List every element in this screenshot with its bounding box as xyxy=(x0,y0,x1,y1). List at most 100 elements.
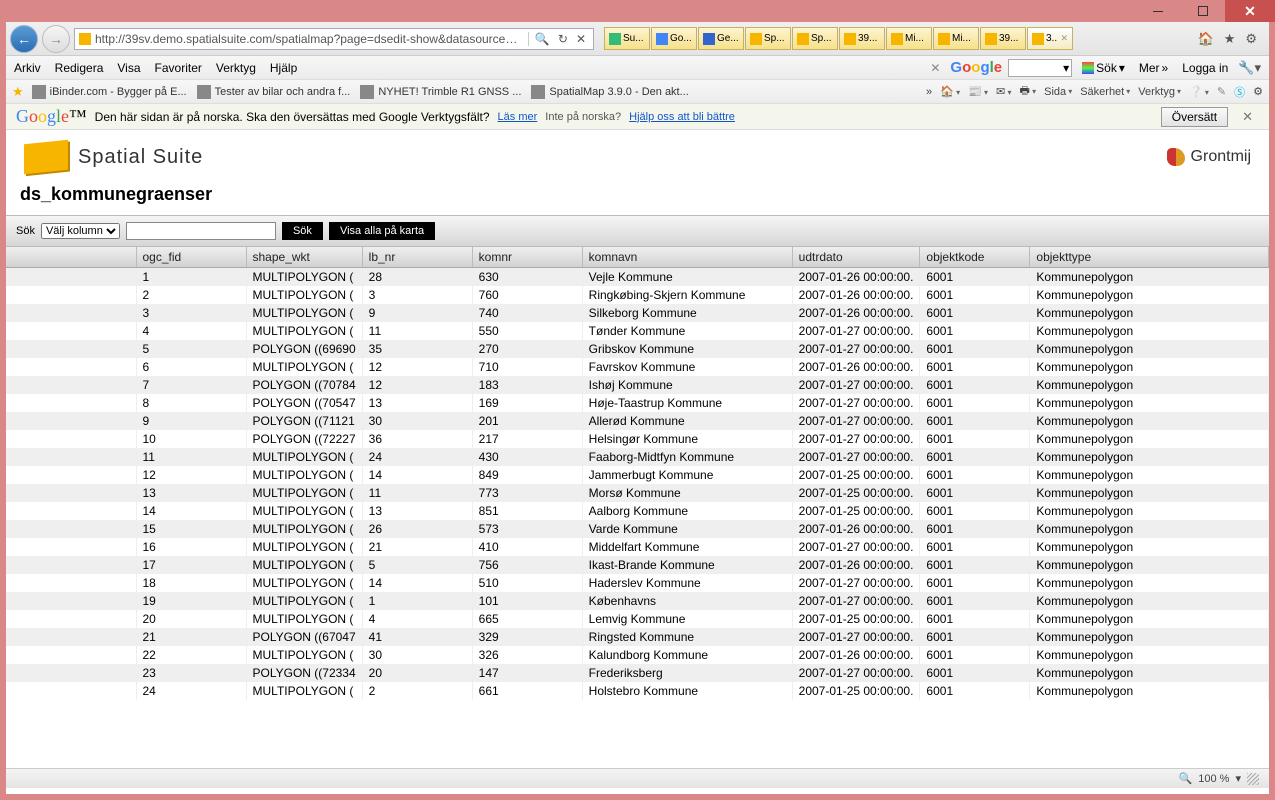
wrench-icon[interactable]: 🔧▾ xyxy=(1238,60,1261,76)
table-row[interactable]: 15MULTIPOLYGON (26573Varde Kommune2007-0… xyxy=(6,520,1269,538)
browser-tab[interactable]: Ge... xyxy=(698,27,744,50)
translate-button[interactable]: Översätt xyxy=(1161,107,1228,127)
table-row[interactable]: 18MULTIPOLYGON (14510Haderslev Kommune20… xyxy=(6,574,1269,592)
browser-tab[interactable]: Su... xyxy=(604,27,650,50)
browser-tab[interactable]: 3..✕ xyxy=(1027,27,1073,50)
translate-text: Den här sidan är på norska. Ska den över… xyxy=(95,110,490,124)
learn-more-link[interactable]: Läs mer xyxy=(498,111,538,123)
add-favorite-icon[interactable]: ★ xyxy=(12,84,24,100)
google-search-input[interactable] xyxy=(1011,62,1061,74)
favorite-link[interactable]: iBinder.com - Bygger på E... xyxy=(32,85,187,99)
table-row[interactable]: 24MULTIPOLYGON (2661Holstebro Kommune200… xyxy=(6,682,1269,700)
menu-item[interactable]: Visa xyxy=(117,61,140,75)
table-row[interactable]: 8POLYGON ((7054713169Høje-Taastrup Kommu… xyxy=(6,394,1269,412)
table-row[interactable]: 10POLYGON ((7222736217Helsingør Kommune2… xyxy=(6,430,1269,448)
menu-item[interactable]: Verktyg xyxy=(216,61,256,75)
chevrons-icon[interactable]: » xyxy=(926,86,932,98)
table-row[interactable]: 9POLYGON ((7112130201Allerød Kommune2007… xyxy=(6,412,1269,430)
window-minimize-button[interactable] xyxy=(1135,0,1180,22)
favorites-bar: ★ iBinder.com - Bygger på E... Tester av … xyxy=(6,80,1269,104)
column-header[interactable]: shape_wkt xyxy=(246,247,362,268)
browser-tab[interactable]: Sp... xyxy=(792,27,838,50)
toolbar-close-icon[interactable]: ✕ xyxy=(926,61,944,75)
menu-item[interactable]: Hjälp xyxy=(270,61,297,75)
status-bar: 🔍 100 % ▾ xyxy=(6,768,1269,788)
favorites-star-icon[interactable]: ★ xyxy=(1224,31,1236,47)
zoom-dropdown-icon[interactable]: ▾ xyxy=(1235,772,1241,785)
refresh-icon[interactable]: ↻ xyxy=(555,32,571,46)
table-row[interactable]: 22MULTIPOLYGON (30326Kalundborg Kommune2… xyxy=(6,646,1269,664)
table-row[interactable]: 20MULTIPOLYGON (4665Lemvig Kommune2007-0… xyxy=(6,610,1269,628)
nav-forward-button[interactable]: → xyxy=(42,25,70,53)
window-maximize-button[interactable] xyxy=(1180,0,1225,22)
help-improve-link[interactable]: Hjälp oss att bli bättre xyxy=(629,111,735,123)
browser-tab[interactable]: Sp... xyxy=(745,27,791,50)
login-button[interactable]: Logga in xyxy=(1178,61,1232,75)
menu-item[interactable]: Favoriter xyxy=(155,61,202,75)
table-row[interactable]: 1MULTIPOLYGON (28630Vejle Kommune2007-01… xyxy=(6,268,1269,287)
address-bar[interactable]: http://39sv.demo.spatialsuite.com/spatia… xyxy=(74,28,594,50)
print-icon[interactable]: 🖶 xyxy=(1020,82,1037,101)
table-row[interactable]: 11MULTIPOLYGON (24430Faaborg-Midtfyn Kom… xyxy=(6,448,1269,466)
feeds-icon[interactable]: 📰 xyxy=(968,85,988,98)
table-row[interactable]: 21POLYGON ((6704741329Ringsted Kommune20… xyxy=(6,628,1269,646)
browser-tab[interactable]: 39... xyxy=(839,27,885,50)
settings-icon[interactable]: ⚙ xyxy=(1253,85,1263,98)
table-row[interactable]: 19MULTIPOLYGON (1101Københavns2007-01-27… xyxy=(6,592,1269,610)
table-row[interactable]: 3MULTIPOLYGON (9740Silkeborg Kommune2007… xyxy=(6,304,1269,322)
search-input[interactable] xyxy=(126,222,276,240)
table-row[interactable]: 2MULTIPOLYGON (3760Ringkøbing-Skjern Kom… xyxy=(6,286,1269,304)
tools-menu[interactable]: Verktyg xyxy=(1138,86,1181,98)
skype-icon[interactable]: Ⓢ xyxy=(1234,84,1245,100)
search-icon[interactable]: 🔍 xyxy=(532,32,553,46)
table-row[interactable]: 5POLYGON ((6969035270Gribskov Kommune200… xyxy=(6,340,1269,358)
search-button[interactable]: Sök xyxy=(282,222,323,240)
favorite-link[interactable]: SpatialMap 3.9.0 - Den akt... xyxy=(531,85,688,99)
favorite-link[interactable]: NYHET! Trimble R1 GNSS ... xyxy=(360,85,521,99)
column-header[interactable]: ogc_fid xyxy=(136,247,246,268)
browser-tab[interactable]: Mi... xyxy=(933,27,979,50)
show-all-map-button[interactable]: Visa alla på karta xyxy=(329,222,435,240)
column-header[interactable]: objekttype xyxy=(1030,247,1269,268)
browser-tab[interactable]: Go... xyxy=(651,27,697,50)
column-header[interactable]: komnavn xyxy=(582,247,792,268)
table-row[interactable]: 6MULTIPOLYGON (12710Favrskov Kommune2007… xyxy=(6,358,1269,376)
home-icon[interactable]: 🏠 xyxy=(1198,31,1214,47)
column-header[interactable]: komnr xyxy=(472,247,582,268)
home-dropdown-icon[interactable]: 🏠 xyxy=(940,85,960,98)
table-row[interactable]: 4MULTIPOLYGON (11550Tønder Kommune2007-0… xyxy=(6,322,1269,340)
table-row[interactable]: 14MULTIPOLYGON (13851Aalborg Kommune2007… xyxy=(6,502,1269,520)
help-icon[interactable]: ❔ xyxy=(1189,85,1209,98)
nav-back-button[interactable]: ← xyxy=(10,25,38,53)
dropdown-icon[interactable]: ▾ xyxy=(1063,61,1069,75)
table-row[interactable]: 7POLYGON ((7078412183Ishøj Kommune2007-0… xyxy=(6,376,1269,394)
zoom-icon[interactable]: 🔍 xyxy=(1179,772,1193,785)
translate-close-icon[interactable]: ✕ xyxy=(1236,109,1259,125)
column-select[interactable]: Välj kolumn xyxy=(41,223,120,239)
google-search-box[interactable]: ▾ xyxy=(1008,59,1072,77)
browser-tab[interactable]: 39... xyxy=(980,27,1026,50)
window-close-button[interactable]: ✕ xyxy=(1225,0,1275,22)
table-row[interactable]: 23POLYGON ((7233420147Frederiksberg2007-… xyxy=(6,664,1269,682)
menu-item[interactable]: Redigera xyxy=(55,61,104,75)
table-row[interactable]: 13MULTIPOLYGON (11773Morsø Kommune2007-0… xyxy=(6,484,1269,502)
tools-gear-icon[interactable]: ⚙ xyxy=(1245,31,1257,47)
table-row[interactable]: 17MULTIPOLYGON (5756Ikast-Brande Kommune… xyxy=(6,556,1269,574)
column-header[interactable]: udtrdato xyxy=(792,247,920,268)
safety-menu[interactable]: Säkerhet xyxy=(1080,86,1130,98)
column-header[interactable]: lb_nr xyxy=(362,247,472,268)
google-search-button[interactable]: Sök ▾ xyxy=(1078,61,1129,75)
page-menu[interactable]: Sida xyxy=(1044,86,1072,98)
table-row[interactable]: 12MULTIPOLYGON (14849Jammerbugt Kommune2… xyxy=(6,466,1269,484)
resize-grip[interactable] xyxy=(1247,773,1259,785)
more-button[interactable]: Mer » xyxy=(1135,61,1172,75)
stop-icon[interactable]: ✕ xyxy=(573,32,589,46)
column-header[interactable]: objektkode xyxy=(920,247,1030,268)
favorite-link[interactable]: Tester av bilar och andra f... xyxy=(197,85,351,99)
table-row[interactable]: 16MULTIPOLYGON (21410Middelfart Kommune2… xyxy=(6,538,1269,556)
partner-logo: Grontmij xyxy=(1167,148,1251,166)
browser-tab[interactable]: Mi... xyxy=(886,27,932,50)
menu-item[interactable]: Arkiv xyxy=(14,61,41,75)
mail-icon[interactable]: ✉ xyxy=(996,85,1011,98)
evernote-icon[interactable]: ✎ xyxy=(1217,85,1226,98)
